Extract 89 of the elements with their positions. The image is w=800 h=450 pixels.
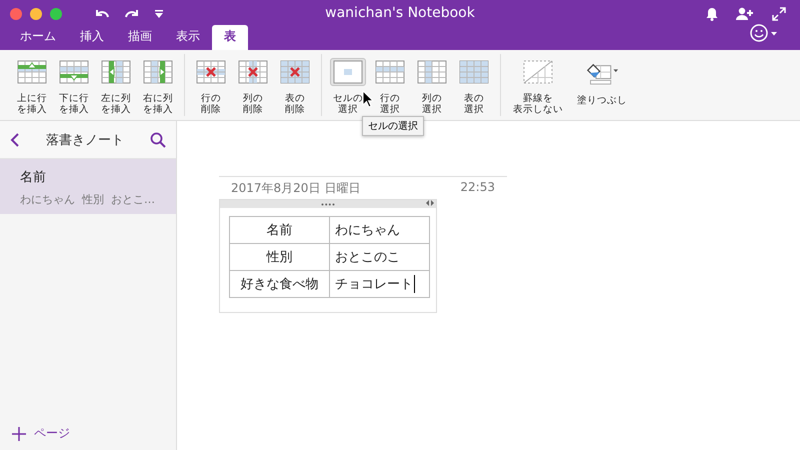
ribbon-button[interactable]: 行の 削除 <box>191 54 231 116</box>
undo-icon[interactable] <box>94 8 110 20</box>
tab[interactable]: 表 <box>212 25 248 50</box>
text-cursor <box>414 275 415 294</box>
ribbon-button[interactable]: 列の 選択 <box>412 54 452 116</box>
button-label-line: 選択 <box>380 104 400 115</box>
ribbon-button[interactable]: 右に列 を挿入 <box>138 54 178 116</box>
tab[interactable]: 表示 <box>164 25 212 50</box>
insert-column-right-icon <box>143 60 173 84</box>
insert-row-above-icon <box>17 60 47 84</box>
table-cell[interactable]: わにちゃん <box>330 216 430 244</box>
ribbon-button[interactable]: 列の 削除 <box>233 54 273 116</box>
button-label-line: 表の <box>464 93 484 104</box>
ribbon-button[interactable]: 塗りつぶし <box>571 54 633 116</box>
ribbon-button[interactable]: 表の 選択 <box>454 54 494 116</box>
drag-handle[interactable] <box>220 200 436 208</box>
bell-icon[interactable] <box>706 7 718 21</box>
button-label-line: セルの <box>333 93 363 104</box>
ribbon-button[interactable]: 下に行 を挿入 <box>54 54 94 116</box>
button-label-line: を挿入 <box>17 104 47 115</box>
page-title: 名前 <box>20 169 47 186</box>
button-label-line: 削除 <box>201 104 221 115</box>
insert-column-left-icon <box>101 60 131 84</box>
resize-arrows-icon[interactable] <box>426 200 434 206</box>
ribbon-button[interactable]: 左に列 を挿入 <box>96 54 136 116</box>
button-label-line: 塗りつぶし <box>577 95 627 106</box>
add-person-icon[interactable] <box>736 7 754 21</box>
insert-row-below-icon <box>59 60 89 84</box>
button-label-line: 左に列 <box>101 93 131 104</box>
button-label-line: 選択 <box>464 104 484 115</box>
button-label-line: 削除 <box>285 104 305 115</box>
ribbon-button[interactable]: 罫線を 表示しない <box>507 54 569 116</box>
redo-icon[interactable] <box>124 8 140 20</box>
add-page-button[interactable]: ページ <box>0 425 176 450</box>
page-preview: わにちゃん 性別 おとこ… <box>20 192 156 207</box>
note-time: 22:53 <box>460 180 495 196</box>
button-label-line: 列の <box>243 93 263 104</box>
button-label-line: 行の <box>201 93 221 104</box>
select-row-icon <box>375 60 405 84</box>
select-column-icon <box>417 60 447 84</box>
button-label-line: 行の <box>380 93 400 104</box>
delete-table-icon <box>280 60 310 84</box>
delete-row-icon <box>196 60 226 84</box>
ribbon-button[interactable]: 表の 削除 <box>275 54 315 116</box>
button-label-line: 上に行 <box>17 93 47 104</box>
button-label-line: 下に行 <box>59 93 89 104</box>
ribbon-button[interactable]: セルの 選択 <box>328 54 368 116</box>
button-label-line: 表示しない <box>513 104 563 115</box>
expand-icon[interactable] <box>772 7 786 21</box>
button-label-line: を挿入 <box>143 104 173 115</box>
close-button[interactable] <box>10 8 22 20</box>
button-label-line: 右に列 <box>143 93 173 104</box>
button-label-line: 選択 <box>338 104 358 115</box>
table-cell[interactable]: チョコレート <box>330 270 430 298</box>
delete-column-icon <box>238 60 268 84</box>
ribbon-button[interactable]: 行の 選択 <box>370 54 410 116</box>
select-table-icon <box>459 60 489 84</box>
select-cell-icon <box>333 60 363 84</box>
tab[interactable]: ホーム <box>8 25 68 50</box>
tooltip: セルの選択 <box>362 116 424 136</box>
button-label-line: 削除 <box>243 104 263 115</box>
button-label-line: 選択 <box>422 104 442 115</box>
button-label-line: 列の <box>422 93 442 104</box>
hidden-borders-icon <box>523 60 553 84</box>
table-cell[interactable]: 性別 <box>230 244 330 270</box>
smiley-menu-icon[interactable] <box>750 24 778 42</box>
window-title: wanichan's Notebook <box>324 5 476 21</box>
plus-icon <box>12 426 26 440</box>
button-label-line: を挿入 <box>59 104 89 115</box>
dropdown-icon[interactable] <box>154 9 164 19</box>
ribbon-button[interactable]: 上に行 を挿入 <box>12 54 52 116</box>
button-label-line: 罫線を <box>523 93 553 104</box>
button-label-line: を挿入 <box>101 104 131 115</box>
minimize-button[interactable] <box>30 8 42 20</box>
table-cell[interactable]: 好きな食べ物 <box>230 270 330 298</box>
page-list-item[interactable]: 名前 わにちゃん 性別 おとこ… <box>0 159 176 214</box>
button-label-line: 表の <box>285 93 305 104</box>
mouse-pointer-icon <box>362 90 374 108</box>
add-page-label: ページ <box>34 425 70 442</box>
table-cell[interactable]: おとこのこ <box>330 244 430 270</box>
note-date: 2017年8月20日 日曜日 <box>231 180 360 197</box>
tab[interactable]: 挿入 <box>68 25 116 50</box>
search-icon[interactable] <box>150 132 166 148</box>
back-icon[interactable] <box>10 132 20 146</box>
notebook-section-title: 落書きノート <box>46 132 124 148</box>
grip-icon <box>321 202 335 206</box>
tab[interactable]: 描画 <box>116 25 164 50</box>
maximize-button[interactable] <box>50 8 62 20</box>
table-cell[interactable]: 名前 <box>230 216 330 244</box>
